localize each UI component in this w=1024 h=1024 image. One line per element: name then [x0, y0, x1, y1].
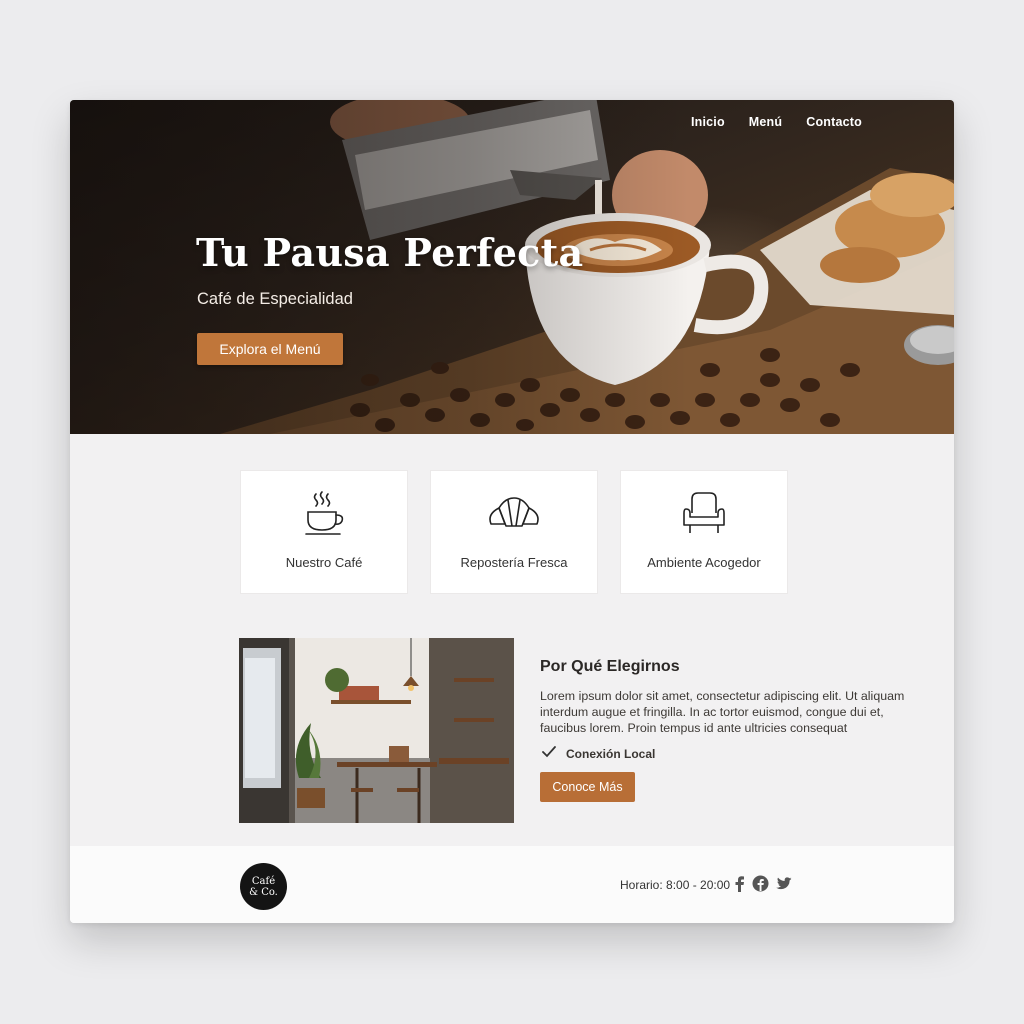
cafe-interior-image: [239, 638, 514, 823]
landing-page: Inicio Menú Contacto Tu Pausa Perfecta C…: [70, 100, 954, 923]
feature-label: Ambiente Acogedor: [647, 555, 761, 570]
feature-label: Repostería Fresca: [460, 555, 568, 570]
hero-section: Inicio Menú Contacto Tu Pausa Perfecta C…: [70, 100, 954, 434]
check-label: Conexión Local: [566, 747, 656, 761]
about-text: Lorem ipsum dolor sit amet, consectetur …: [540, 689, 905, 735]
explore-menu-button[interactable]: Explora el Menú: [197, 333, 343, 365]
nav-item-inicio[interactable]: Inicio: [691, 115, 725, 129]
social-links: [734, 875, 792, 892]
coffee-cup-icon: [302, 489, 346, 539]
learn-more-button[interactable]: Conoce Más: [540, 772, 635, 802]
feature-card-ambience[interactable]: Ambiente Acogedor: [620, 470, 788, 594]
facebook-circle-icon[interactable]: [752, 875, 769, 892]
logo-line-2: & Co.: [249, 886, 278, 898]
armchair-icon: [682, 489, 726, 539]
nav-item-contacto[interactable]: Contacto: [806, 115, 862, 129]
hero-subtitle: Café de Especialidad: [197, 290, 353, 308]
twitter-icon[interactable]: [775, 876, 792, 891]
feature-check-row: Conexión Local: [542, 745, 655, 763]
croissant-icon: [487, 489, 541, 539]
footer: Café & Co. Horario: 8:00 - 20:00: [70, 846, 954, 923]
feature-cards: Nuestro Café Repostería Fresca Ambiente …: [240, 470, 788, 594]
about-title: Por Qué Elegirnos: [540, 658, 680, 675]
checkmark-icon: [542, 745, 556, 763]
facebook-icon[interactable]: [734, 875, 746, 892]
feature-card-pastry[interactable]: Repostería Fresca: [430, 470, 598, 594]
brand-logo[interactable]: Café & Co.: [240, 863, 287, 910]
logo-line-1: Café: [251, 875, 276, 887]
feature-label: Nuestro Café: [285, 555, 363, 570]
hero-title: Tu Pausa Perfecta: [196, 230, 584, 275]
feature-card-coffee[interactable]: Nuestro Café: [240, 470, 408, 594]
opening-hours: Horario: 8:00 - 20:00: [620, 878, 731, 892]
top-nav: Inicio Menú Contacto: [691, 115, 862, 129]
nav-item-menu[interactable]: Menú: [749, 115, 782, 129]
